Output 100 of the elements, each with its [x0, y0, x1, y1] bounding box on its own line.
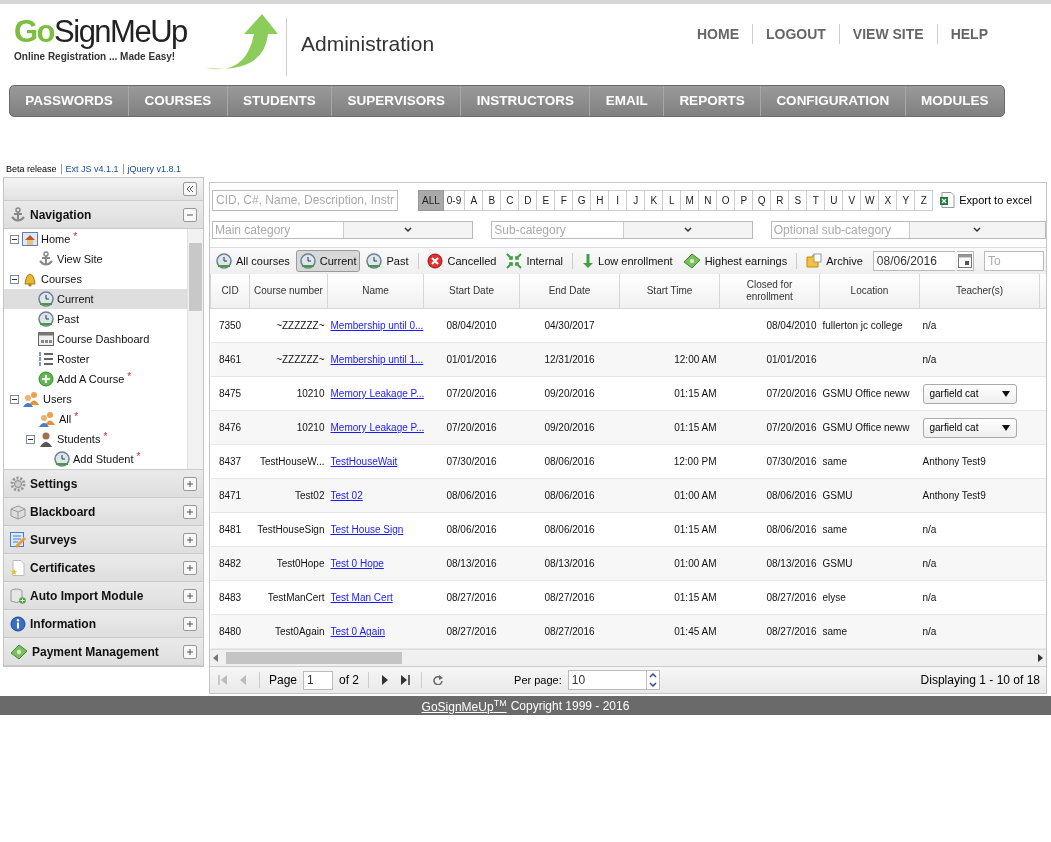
letter-filter-button[interactable]: Z: [915, 189, 934, 211]
collapse-toggle[interactable]: [26, 434, 35, 444]
top-link[interactable]: HOME: [683, 24, 752, 44]
course-name-link[interactable]: Memory Leakage P...: [330, 388, 424, 399]
export-button[interactable]: Export to excel: [939, 192, 1032, 208]
collapse-toggle[interactable]: [10, 274, 19, 284]
course-name-link[interactable]: Test 0 Hope: [330, 558, 384, 569]
letter-filter-button[interactable]: D: [519, 189, 538, 211]
expand-button[interactable]: [183, 560, 197, 575]
filter-button[interactable]: All courses: [212, 250, 294, 272]
filter-button[interactable]: Highest earnings: [678, 250, 792, 272]
horizontal-scrollbar[interactable]: [210, 649, 1046, 666]
top-link[interactable]: VIEW SITE: [838, 24, 937, 44]
column-header[interactable]: Name: [327, 274, 424, 309]
panel-header[interactable]: Payment Management: [4, 638, 203, 666]
column-header[interactable]: CID: [210, 274, 250, 309]
filter-button[interactable]: Archive: [802, 250, 867, 272]
letter-filter-button[interactable]: M: [681, 189, 700, 211]
end-date-field[interactable]: To: [984, 251, 1044, 271]
letter-filter-button[interactable]: ALL: [418, 189, 444, 211]
letter-filter-button[interactable]: U: [825, 189, 844, 211]
panel-header[interactable]: Navigation: [4, 201, 203, 229]
tree-item[interactable]: Course Dashboard: [4, 329, 187, 349]
tree-item[interactable]: Home *: [4, 229, 187, 249]
course-name-link[interactable]: Test Man Cert: [330, 592, 393, 603]
letter-filter-button[interactable]: X: [879, 189, 898, 211]
letter-filter-button[interactable]: A: [465, 189, 484, 211]
letter-filter-button[interactable]: K: [645, 189, 664, 211]
panel-header[interactable]: Information: [4, 610, 203, 638]
letter-filter-button[interactable]: T: [807, 189, 826, 211]
tree-item[interactable]: Add Student *: [4, 449, 187, 469]
letter-filter-button[interactable]: F: [555, 189, 574, 211]
panel-header[interactable]: Blackboard: [4, 498, 203, 526]
scroll-right-icon[interactable]: [1038, 654, 1043, 662]
tree-item[interactable]: Students *: [4, 429, 187, 449]
page-number-field[interactable]: 1: [303, 670, 334, 690]
letter-filter-button[interactable]: G: [573, 189, 592, 211]
letter-filter-button[interactable]: E: [537, 189, 556, 211]
filter-button[interactable]: Current: [295, 250, 361, 272]
panel-header[interactable]: Surveys: [4, 526, 203, 554]
course-name-link[interactable]: Test 02: [330, 490, 363, 501]
course-name-link[interactable]: Membership until 0...: [330, 320, 424, 331]
panel-header[interactable]: Auto Import Module: [4, 582, 203, 610]
tree-item[interactable]: Courses: [4, 269, 187, 289]
letter-filter-button[interactable]: S: [789, 189, 808, 211]
filter-button[interactable]: Low enrollment: [578, 250, 677, 272]
column-header[interactable]: End Date: [519, 274, 620, 309]
collapse-button[interactable]: [183, 207, 197, 222]
course-name-link[interactable]: TestHouseWait: [330, 456, 398, 467]
tree-item[interactable]: Users: [4, 389, 187, 409]
expand-button[interactable]: [183, 588, 197, 603]
column-header[interactable]: Start Time: [619, 274, 720, 309]
letter-filter-button[interactable]: P: [735, 189, 754, 211]
letter-filter-button[interactable]: N: [699, 189, 718, 211]
column-header[interactable]: Closed for enrollment: [719, 274, 820, 309]
filter-button[interactable]: Internal: [502, 250, 568, 272]
expand-button[interactable]: [183, 616, 197, 631]
letter-filter-button[interactable]: V: [843, 189, 862, 211]
column-header[interactable]: Teacher(s): [919, 274, 1040, 309]
panel-header[interactable]: Settings: [4, 470, 203, 498]
scroll-left-icon[interactable]: [213, 654, 218, 662]
letter-filter-button[interactable]: 0-9: [443, 189, 466, 211]
letter-filter-button[interactable]: J: [627, 189, 646, 211]
filter-button[interactable]: Cancelled: [423, 250, 501, 272]
tree-item[interactable]: Roster: [4, 349, 187, 369]
course-name-link[interactable]: Test House Sign: [330, 524, 404, 535]
top-link[interactable]: LOGOUT: [751, 24, 839, 44]
teacher-dropdown[interactable]: garfield cat: [922, 417, 1017, 438]
letter-filter-button[interactable]: H: [591, 189, 610, 211]
letter-filter-button[interactable]: W: [861, 189, 880, 211]
letter-filter-button[interactable]: L: [663, 189, 682, 211]
expand-button[interactable]: [183, 644, 197, 659]
tree-item[interactable]: All *: [4, 409, 187, 429]
letter-filter-button[interactable]: R: [771, 189, 790, 211]
collapse-toggle[interactable]: [10, 394, 19, 404]
tree-item[interactable]: View Site: [4, 249, 187, 269]
tree-item[interactable]: Add A Course *: [4, 369, 187, 389]
panel-header[interactable]: Certificates: [4, 554, 203, 582]
expand-button[interactable]: [183, 476, 197, 491]
letter-filter-button[interactable]: O: [717, 189, 736, 211]
letter-filter-button[interactable]: Y: [897, 189, 916, 211]
teacher-dropdown[interactable]: garfield cat: [922, 383, 1017, 404]
column-header[interactable]: Course number: [249, 274, 328, 309]
filter-button[interactable]: Past: [362, 250, 413, 272]
search-field[interactable]: CID, C#, Name, Description, Instr: [212, 189, 398, 211]
last-page-button[interactable]: [398, 675, 413, 685]
course-name-link[interactable]: Test 0 Again: [330, 626, 385, 637]
collapse-toggle[interactable]: [10, 234, 19, 244]
column-header[interactable]: Location: [819, 274, 920, 309]
letter-filter-button[interactable]: C: [501, 189, 520, 211]
letter-filter-button[interactable]: Q: [753, 189, 772, 211]
tree-item[interactable]: Current: [4, 289, 187, 309]
top-link[interactable]: HELP: [936, 24, 1001, 44]
letter-filter-button[interactable]: B: [483, 189, 502, 211]
expand-button[interactable]: [183, 504, 197, 519]
collapse-sidebar-button[interactable]: [183, 182, 197, 196]
column-header[interactable]: Start Date: [423, 274, 520, 309]
tree-item[interactable]: Past: [4, 309, 187, 329]
letter-filter-button[interactable]: I: [609, 189, 628, 211]
scrollbar[interactable]: [187, 229, 203, 469]
